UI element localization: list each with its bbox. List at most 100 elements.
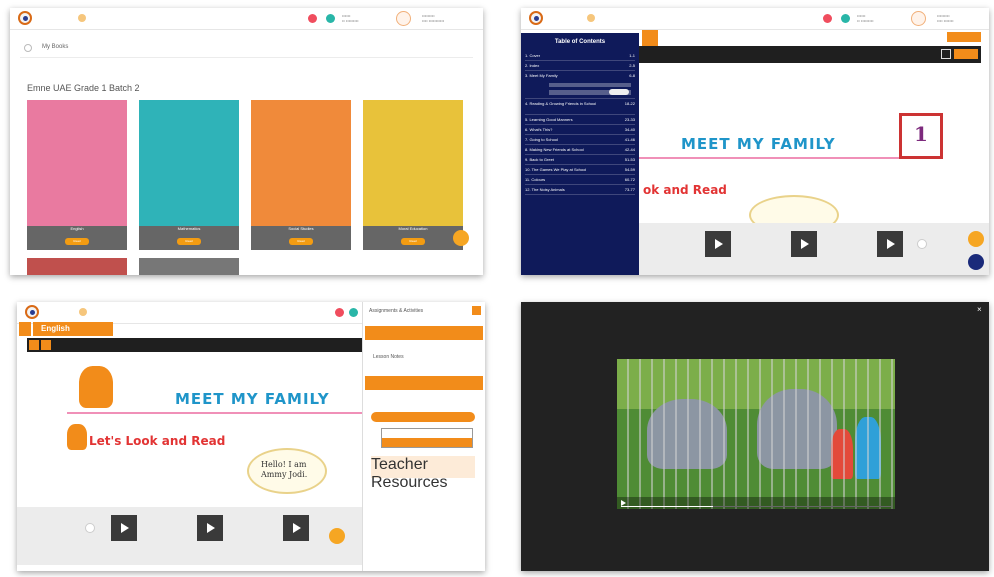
toolbar-button[interactable]: [41, 340, 51, 350]
toolbar-button[interactable]: [954, 49, 978, 59]
status-icon[interactable]: [349, 308, 358, 317]
book-card-english[interactable]: English Read: [27, 100, 127, 250]
thumbnail-page[interactable]: [877, 231, 903, 257]
chapter-number-box: 1: [899, 113, 943, 159]
video-player[interactable]: [617, 359, 895, 509]
book-card-social-studies[interactable]: Social Studies Read: [251, 100, 351, 250]
page-title: MEET MY FAMILY: [175, 390, 330, 408]
book-label: Mathematics: [177, 226, 201, 231]
table-of-contents: Table of Contents 1. Cover 1-1 2. Index 2-…: [521, 33, 639, 275]
menu-icon[interactable]: [78, 14, 86, 22]
resources-sidebar: Assignments & Activities Lesson Notes Te…: [362, 302, 485, 571]
book-card-partial[interactable]: [139, 258, 239, 275]
section-header[interactable]: [365, 376, 483, 390]
thumbnail-page[interactable]: [283, 515, 309, 541]
close-icon[interactable]: ×: [977, 306, 985, 314]
fox-illustration: [79, 366, 113, 408]
breadcrumb: My Books: [20, 38, 473, 58]
thumbnail-page[interactable]: [705, 231, 731, 257]
top-action-button[interactable]: [947, 32, 981, 42]
help-icon[interactable]: [968, 231, 984, 247]
chat-icon[interactable]: [968, 254, 984, 270]
status-icon[interactable]: [841, 14, 850, 23]
reader-toolbar: [639, 46, 981, 63]
user-avatar[interactable]: [911, 11, 926, 26]
thumbnail-page[interactable]: [197, 515, 223, 541]
help-icon[interactable]: [329, 528, 345, 544]
book-card-partial[interactable]: [27, 258, 127, 275]
subject-label: English: [41, 324, 70, 333]
toc-item[interactable]: 10. The Games We Play at School 54-59: [525, 165, 635, 175]
notification-icon[interactable]: [823, 14, 832, 23]
page-subtitle: ok and Read: [643, 183, 727, 197]
toggle-switch[interactable]: [609, 89, 629, 95]
breadcrumb-label: My Books: [42, 44, 69, 50]
toc-title: Table of Contents: [554, 39, 606, 45]
page-title: MEET MY FAMILY: [681, 135, 836, 153]
toc-item[interactable]: 11. Colours 60-72: [525, 175, 635, 185]
toc-item[interactable]: 12. The Noisy Animals 73-77: [525, 185, 635, 195]
menu-icon[interactable]: [587, 14, 595, 22]
toc-item[interactable]: 7. Going to School 41-46: [525, 135, 635, 145]
sidebar-item[interactable]: Lesson Notes: [373, 354, 404, 360]
toc-item[interactable]: 3. Meet My Family 6-8: [525, 71, 635, 99]
next-page-icon[interactable]: [917, 239, 927, 249]
menu-icon[interactable]: [79, 308, 87, 316]
toc-item[interactable]: 9. Back to Greet 51-53: [525, 155, 635, 165]
book-shelf: Emne UAE Grade 1 Batch 2 English Read Ma…: [20, 76, 473, 275]
section-header[interactable]: [365, 326, 483, 340]
help-icon[interactable]: [453, 230, 469, 246]
close-icon[interactable]: [472, 306, 481, 315]
cage-bars: [617, 359, 895, 509]
read-button[interactable]: Read: [65, 238, 89, 245]
speech-bubble: Hello! I am Ammy Jodi.: [247, 448, 327, 494]
reader-sidebar-screen: English MEET MY FAMILY Let's Look and Re…: [17, 302, 485, 571]
book-label: English: [70, 226, 84, 231]
title-underline: [67, 412, 362, 414]
shelf-title: Emne UAE Grade 1 Batch 2: [27, 83, 140, 93]
video-player-screen: ×: [521, 302, 989, 571]
book-page: MEET MY FAMILY 1 ok and Read: [639, 63, 981, 235]
subject-tab: English: [33, 322, 113, 336]
toc-item[interactable]: 1. Cover 1-1: [525, 51, 635, 61]
top-bar: •••••• •• ••••••••• ••••••••• •••• •••••••: [521, 8, 989, 30]
progress-track[interactable]: [621, 506, 891, 507]
prev-page-icon[interactable]: [85, 523, 95, 533]
toc-item[interactable]: 4. Reading & Growing Friends in School 18…: [525, 99, 635, 115]
read-button[interactable]: Read: [177, 238, 201, 245]
speech-text: Hello! I am Ammy Jodi.: [261, 460, 308, 479]
read-button[interactable]: Read: [289, 238, 313, 245]
toolbar-button[interactable]: [29, 340, 39, 350]
read-button[interactable]: Read: [401, 238, 425, 245]
dropdown-menu[interactable]: [381, 428, 473, 448]
sidebar-item[interactable]: Teacher Resources: [371, 456, 475, 491]
thumbnail-page[interactable]: [791, 231, 817, 257]
app-logo: [25, 305, 39, 319]
page-thumbnails: [17, 507, 362, 565]
book-card-moral-education[interactable]: Moral Education Read: [363, 100, 463, 250]
toc-item[interactable]: 8. Making New Friends at School 42-44: [525, 145, 635, 155]
toc-item[interactable]: 2. Index 2-5: [525, 61, 635, 71]
notification-icon[interactable]: [308, 14, 317, 23]
sidebar-button[interactable]: [371, 412, 475, 422]
toc-item[interactable]: 5. Learning Good Manners 23-33: [525, 115, 635, 125]
page-thumbnails: [639, 223, 989, 275]
back-icon[interactable]: [24, 44, 32, 52]
title-underline: [639, 157, 933, 159]
book-cover: [251, 100, 351, 226]
dropdown-option-selected[interactable]: [382, 438, 472, 447]
notification-icon[interactable]: [335, 308, 344, 317]
sidebar-title: Assignments & Activities: [369, 308, 424, 314]
progress-fill: [621, 506, 713, 507]
video-controls: [617, 497, 895, 509]
toc-item[interactable]: 6. What's This? 34-40: [525, 125, 635, 135]
sub-item[interactable]: [549, 83, 631, 87]
user-avatar[interactable]: [396, 11, 411, 26]
book-card-mathematics[interactable]: Mathematics Read: [139, 100, 239, 250]
thumbnail-page[interactable]: [111, 515, 137, 541]
status-icon[interactable]: [326, 14, 335, 23]
toc-toggle-button[interactable]: [19, 322, 31, 336]
toc-toggle-button[interactable]: [642, 30, 658, 46]
fullscreen-icon[interactable]: [941, 49, 951, 59]
app-logo: [529, 11, 543, 25]
